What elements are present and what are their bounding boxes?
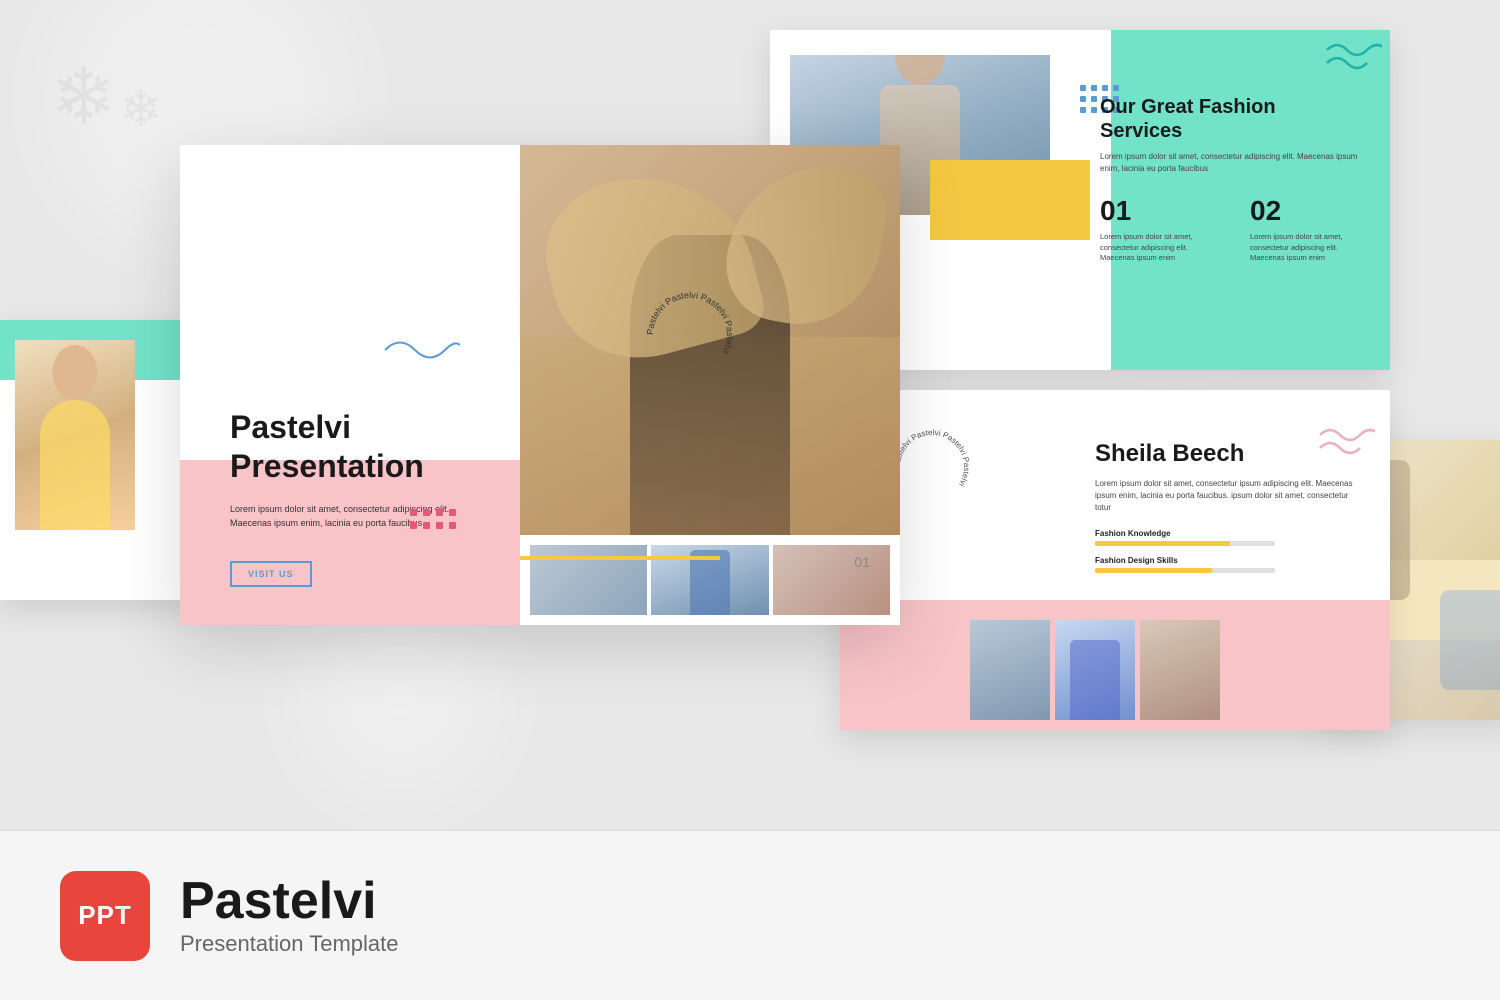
footer-text-group: Pastelvi Presentation Template bbox=[180, 875, 399, 957]
profile-photo-3 bbox=[1140, 620, 1220, 720]
slide-main: Pastelvi Pastelvi Pastelvi Pastelvi Past… bbox=[180, 145, 900, 625]
white-bottom-strip: 01 bbox=[520, 535, 900, 625]
skill1-bar-fill bbox=[1095, 541, 1230, 546]
svg-text:Pastelvi Pastelvi Pastelvi: Pastelvi Pastelvi Pastelvi Pastelvi bbox=[645, 290, 735, 356]
slide-profile: Pastelvi Pastelvi Pastelvi Pastelvi Shei… bbox=[840, 390, 1390, 730]
svg-text:Pastelvi Pastelvi Pastelvi: Pastelvi Pastelvi Pastelvi Pastelvi bbox=[893, 428, 971, 488]
slide-left-photo bbox=[15, 340, 135, 530]
tr-num-block-2: 02 Lorem ipsum dolor sit amet, consectet… bbox=[1250, 195, 1370, 284]
top-right-content: Our Great Fashion Services Lorem ipsum d… bbox=[1100, 95, 1370, 284]
circular-text-main: Pastelvi Pastelvi Pastelvi Pastelvi bbox=[640, 285, 740, 385]
profile-photos bbox=[970, 620, 1220, 720]
tr-num-block-1: 01 Lorem ipsum dolor sit amet, consectet… bbox=[1100, 195, 1220, 284]
tr-num2-text: Lorem ipsum dolor sit amet, consectetur … bbox=[1250, 232, 1370, 264]
slide-main-title: Pastelvi Presentation bbox=[230, 408, 424, 485]
profile-body: Lorem ipsum dolor sit amet, consectetur … bbox=[1095, 478, 1365, 514]
slide-number-01: 01 bbox=[854, 554, 870, 570]
tr-numbers: 01 Lorem ipsum dolor sit amet, consectet… bbox=[1100, 195, 1370, 284]
skill1-bar-bg bbox=[1095, 541, 1275, 546]
tr-body-text: Lorem ipsum dolor sit amet, consectetur … bbox=[1100, 151, 1370, 175]
footer-title: Pastelvi bbox=[180, 875, 399, 927]
tr-heading: Our Great Fashion Services bbox=[1100, 95, 1370, 143]
tr-num1-text: Lorem ipsum dolor sit amet, consectetur … bbox=[1100, 232, 1220, 264]
teal-wave-decoration bbox=[1322, 35, 1382, 90]
footer-bar: PPT Pastelvi Presentation Template bbox=[0, 830, 1500, 1000]
tr-num2: 02 bbox=[1250, 195, 1370, 227]
ppt-badge: PPT bbox=[60, 871, 150, 961]
visit-us-button[interactable]: VISIT US bbox=[230, 561, 312, 587]
skill2-bar-fill bbox=[1095, 568, 1212, 573]
skill-row-1: Fashion Knowledge bbox=[1095, 529, 1365, 546]
footer-subtitle: Presentation Template bbox=[180, 931, 399, 957]
pink-dots-grid bbox=[410, 509, 457, 530]
skill2-label: Fashion Design Skills bbox=[1095, 556, 1365, 565]
blue-wave-decoration bbox=[380, 330, 460, 375]
tr-num1: 01 bbox=[1100, 195, 1220, 227]
profile-photo-1 bbox=[970, 620, 1050, 720]
yellow-accent-rect bbox=[930, 160, 1090, 240]
skill1-label: Fashion Knowledge bbox=[1095, 529, 1365, 538]
bottom-photo-3 bbox=[773, 545, 890, 615]
bottom-photo-strip bbox=[520, 535, 900, 625]
circular-text-br: Pastelvi Pastelvi Pastelvi Pastelvi bbox=[890, 425, 975, 510]
skill2-bar-bg bbox=[1095, 568, 1275, 573]
yellow-progress-bar bbox=[520, 556, 720, 560]
pink-wave-decoration bbox=[1315, 420, 1375, 475]
profile-photo-2 bbox=[1055, 620, 1135, 720]
skill-row-2: Fashion Design Skills bbox=[1095, 556, 1365, 573]
